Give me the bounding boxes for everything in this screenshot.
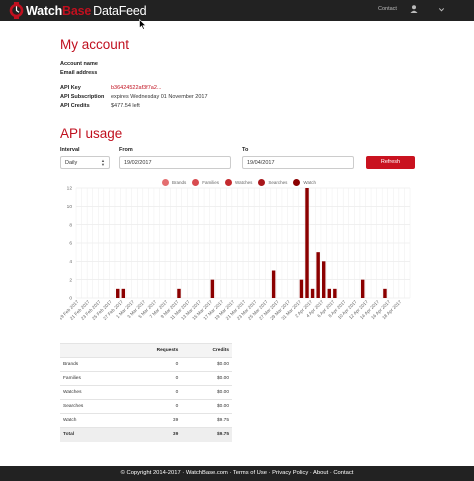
interval-label: Interval bbox=[60, 147, 80, 153]
chart-bar bbox=[327, 288, 332, 298]
user-icon[interactable] bbox=[409, 4, 419, 14]
chart-bar bbox=[316, 252, 320, 298]
row-name: Brands bbox=[60, 357, 120, 372]
y-tick-label: 8 bbox=[69, 222, 72, 228]
navbar: Watch Base DataFeed Contact bbox=[0, 0, 474, 21]
row-requests: 0 bbox=[119, 371, 182, 386]
usage-table: Requests Credits Brands 0 $0.00 Families… bbox=[60, 343, 232, 442]
to-label: To bbox=[242, 147, 249, 153]
watchbase-logo-icon bbox=[9, 2, 24, 19]
table-row: Brands 0 $0.00 bbox=[60, 357, 232, 372]
y-tick-label: 10 bbox=[67, 204, 73, 210]
row-credits: $0.00 bbox=[181, 371, 232, 386]
account-name-row: Account name bbox=[60, 61, 98, 68]
api-subscription-label: API Subscription bbox=[60, 94, 105, 100]
nav-contact-link[interactable]: Contact bbox=[378, 6, 397, 12]
to-date-value: 19/04/2017 bbox=[247, 160, 275, 166]
row-name: Families bbox=[60, 371, 120, 386]
select-arrows-icon: ▲ ▼ bbox=[101, 158, 105, 167]
footer: © Copyright 2014-2017 · WatchBase.com · … bbox=[0, 466, 474, 481]
mouse-cursor-icon bbox=[139, 19, 147, 30]
row-requests: 0 bbox=[119, 357, 182, 372]
chart-bar bbox=[177, 288, 181, 298]
email-address-row: Email address bbox=[60, 70, 97, 77]
api-subscription-value-wrap: expires Wednesday 01 November 2017 bbox=[111, 94, 208, 101]
row-requests: 39 bbox=[119, 413, 182, 428]
brand-name-base: Base bbox=[62, 3, 92, 18]
row-name: Watch bbox=[60, 413, 120, 428]
row-credits: $0.00 bbox=[181, 385, 232, 400]
api-credits-label: API Credits bbox=[60, 103, 90, 109]
table-row: Watches 0 $0.00 bbox=[60, 385, 232, 400]
account-name-label: Account name bbox=[60, 61, 98, 67]
interval-select-value: Daily bbox=[65, 160, 78, 166]
total-name: Total bbox=[60, 427, 120, 442]
y-tick-label: 0 bbox=[69, 296, 72, 302]
chart-bar bbox=[360, 279, 365, 298]
y-tick-label: 6 bbox=[69, 241, 72, 247]
chart-bar bbox=[271, 270, 276, 298]
chart-bar bbox=[310, 288, 315, 298]
table-row: Watch 39 $9.75 bbox=[60, 413, 232, 428]
row-requests: 0 bbox=[119, 399, 182, 414]
y-tick-label: 12 bbox=[67, 186, 73, 192]
total-requests: 39 bbox=[119, 427, 182, 442]
chart-bar bbox=[305, 188, 309, 298]
api-subscription-value: expires Wednesday 01 November 2017 bbox=[111, 94, 208, 100]
brand-datafeed: DataFeed bbox=[93, 3, 147, 18]
chart-bar bbox=[210, 279, 215, 298]
total-credits: $9.75 bbox=[181, 427, 232, 442]
api-key-label-wrap: API Key bbox=[60, 85, 81, 92]
chart-bar bbox=[383, 288, 387, 298]
table-total-row: Total 39 $9.75 bbox=[60, 427, 232, 442]
interval-select[interactable]: Daily ▲ ▼ bbox=[60, 156, 110, 169]
chart-bar bbox=[116, 288, 120, 298]
brand-link[interactable]: Watch Base DataFeed bbox=[8, 2, 147, 19]
chart-bar bbox=[299, 279, 304, 298]
chevron-down-icon[interactable] bbox=[437, 5, 446, 14]
table-row: Families 0 $0.00 bbox=[60, 371, 232, 386]
row-name: Searches bbox=[60, 399, 120, 414]
from-label: From bbox=[119, 147, 133, 153]
row-requests: 0 bbox=[119, 385, 182, 400]
api-key-value[interactable]: b36424522af3f7a2... bbox=[111, 85, 161, 91]
api-credits-label-wrap: API Credits bbox=[60, 103, 90, 110]
chart-bar bbox=[321, 261, 326, 298]
row-credits: $0.00 bbox=[181, 399, 232, 414]
y-tick-label: 4 bbox=[69, 259, 72, 265]
usage-chart: 02468101219 Feb 201721 Feb 201723 Feb 20… bbox=[60, 186, 411, 321]
brand-name-watch: Watch bbox=[26, 3, 63, 18]
table-row: Searches 0 $0.00 bbox=[60, 399, 232, 414]
row-name: Watches bbox=[60, 385, 120, 400]
table-header-cell: Requests bbox=[119, 343, 182, 358]
table-header-cell: Credits bbox=[181, 343, 232, 358]
from-date-value: 19/02/2017 bbox=[124, 160, 152, 166]
chart-bar bbox=[121, 288, 126, 298]
table-header-row: Requests Credits bbox=[60, 343, 232, 358]
api-credits-value: $477.54 left bbox=[111, 103, 140, 109]
api-usage-title: API usage bbox=[60, 126, 123, 141]
api-key-label: API Key bbox=[60, 85, 81, 91]
email-address-label: Email address bbox=[60, 70, 98, 76]
api-credits-value-wrap: $477.54 left bbox=[111, 103, 140, 110]
to-date-input[interactable]: 19/04/2017 bbox=[242, 156, 354, 169]
api-subscription-label-wrap: API Subscription bbox=[60, 94, 104, 101]
refresh-button[interactable]: Refresh bbox=[366, 156, 415, 169]
table-header-cell bbox=[60, 343, 120, 358]
api-key-value-wrap: b36424522af3f7a2... bbox=[111, 85, 161, 92]
row-credits: $9.75 bbox=[181, 413, 232, 428]
chart-bar bbox=[333, 288, 337, 298]
row-credits: $0.00 bbox=[181, 357, 232, 372]
y-tick-label: 2 bbox=[69, 277, 72, 283]
page-title: My account bbox=[60, 37, 130, 52]
from-date-input[interactable]: 19/02/2017 bbox=[119, 156, 231, 169]
